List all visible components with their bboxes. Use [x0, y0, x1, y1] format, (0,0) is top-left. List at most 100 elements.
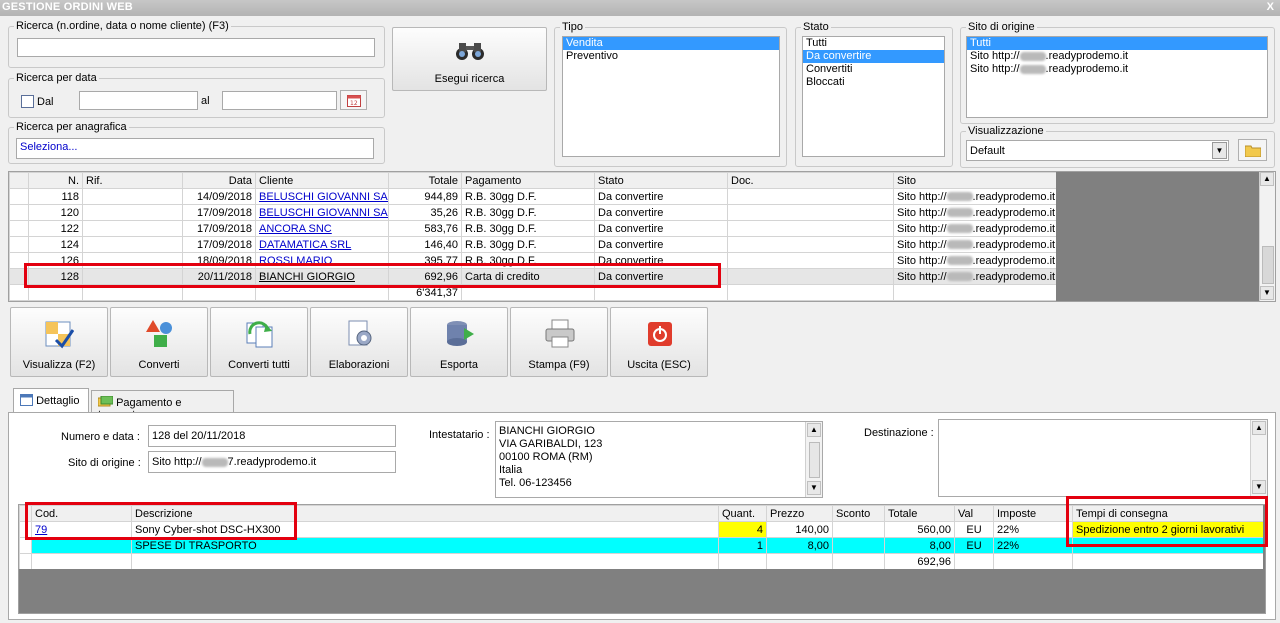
power-exit-icon: [648, 322, 672, 346]
esporta-button[interactable]: Esporta: [410, 307, 508, 377]
scroll-up-icon[interactable]: ▲: [807, 423, 821, 437]
converti-tutti-label: Converti tutti: [228, 359, 290, 371]
orders-col-totale[interactable]: Totale: [388, 172, 462, 189]
order-rif: [82, 236, 183, 253]
order-row[interactable]: 122 17/09/2018 ANCORA SNC 583,76 R.B. 30…: [9, 220, 1056, 237]
order-cliente-link[interactable]: BELUSCHI GIOVANNI SAS: [259, 191, 388, 203]
redacted-mark: [1019, 51, 1046, 61]
stato-list[interactable]: Tutti Da convertire Convertiti Bloccati: [802, 36, 945, 157]
stampa-button[interactable]: Stampa (F9): [510, 307, 608, 377]
converti-button[interactable]: Converti: [110, 307, 208, 377]
items-col-val[interactable]: Val: [954, 505, 994, 522]
sito-list[interactable]: Tutti Sito http:// .readyprodemo.it Sito …: [966, 36, 1268, 118]
orders-col-cliente[interactable]: Cliente: [255, 172, 389, 189]
scroll-down-icon[interactable]: ▼: [807, 481, 821, 495]
item-imposte: 22%: [993, 521, 1073, 538]
sito-label: Sito di origine: [966, 21, 1037, 33]
scroll-thumb[interactable]: [809, 442, 820, 478]
run-search-button[interactable]: Esegui ricerca: [392, 27, 547, 91]
item-quant[interactable]: 4: [718, 521, 767, 538]
dal-checkbox[interactable]: [21, 95, 34, 108]
item-quant[interactable]: 1: [718, 537, 767, 554]
empty-cell: [31, 553, 132, 569]
stato-option-tutti[interactable]: Tutti: [803, 37, 944, 50]
calendar-button[interactable]: 12: [340, 90, 367, 110]
tipo-list[interactable]: Vendita Preventivo: [562, 36, 780, 157]
open-folder-button[interactable]: [1238, 139, 1267, 161]
close-button[interactable]: X: [1267, 1, 1274, 13]
empty-cell: [954, 553, 994, 569]
stato-option-convertiti[interactable]: Convertiti: [803, 63, 944, 76]
row-indicator: [9, 236, 29, 253]
items-col-imposte[interactable]: Imposte: [993, 505, 1073, 522]
row-indicator: [19, 553, 32, 569]
order-row[interactable]: 118 14/09/2018 BELUSCHI GIOVANNI SAS 944…: [9, 188, 1056, 205]
items-total-row: 692,96: [19, 553, 1263, 569]
orders-col-pagamento[interactable]: Pagamento: [461, 172, 595, 189]
sito-option-2[interactable]: Sito http:// .readyprodemo.it: [967, 63, 1267, 76]
uscita-button[interactable]: Uscita (ESC): [610, 307, 708, 377]
intestatario-line: VIA GARIBALDI, 123: [499, 438, 603, 450]
visualizzazione-select[interactable]: Default ▼: [966, 140, 1229, 161]
tab-pagamento[interactable]: Pagamento e trasporto: [91, 390, 234, 421]
orders-scrollbar[interactable]: ▲ ▼: [1259, 172, 1275, 301]
date-from-input[interactable]: [79, 91, 198, 110]
scroll-down-icon[interactable]: ▼: [1260, 286, 1274, 300]
destinazione-scrollbar[interactable]: ▲ ▼: [1250, 420, 1267, 496]
order-cliente-link[interactable]: ANCORA SNC: [259, 223, 332, 235]
order-sito-prefix: Sito http://: [897, 190, 947, 203]
destinazione-box[interactable]: [938, 419, 1268, 497]
sito-option-tutti[interactable]: Tutti: [967, 37, 1267, 50]
payment-cards-icon: [97, 395, 114, 407]
row-indicator: [9, 220, 29, 237]
scroll-up-icon[interactable]: ▲: [1260, 172, 1274, 186]
item-totale: 8,00: [884, 537, 955, 554]
order-doc: [727, 252, 894, 269]
destinazione-value: [939, 420, 1267, 433]
scroll-thumb[interactable]: [1262, 246, 1274, 284]
elaborazioni-button[interactable]: Elaborazioni: [310, 307, 408, 377]
order-sito-suffix: .readyprodemo.it: [972, 190, 1056, 203]
orders-col-n[interactable]: N.: [28, 172, 83, 189]
stato-option-bloccati[interactable]: Bloccati: [803, 76, 944, 89]
order-stato: Da convertire: [594, 204, 728, 221]
search-input[interactable]: [17, 38, 375, 57]
order-sito: Sito http:// .readyprodemo.it: [893, 188, 1056, 205]
redacted-mark: [946, 224, 973, 234]
anag-select[interactable]: Seleziona...: [16, 138, 374, 159]
orders-col-sito[interactable]: Sito: [893, 172, 1056, 189]
order-row[interactable]: 120 17/09/2018 BELUSCHI GIOVANNI SAS 35,…: [9, 204, 1056, 221]
intestatario-box[interactable]: BIANCHI GIORGIO VIA GARIBALDI, 123 00100…: [495, 421, 823, 498]
items-col-sconto[interactable]: Sconto: [832, 505, 885, 522]
sito-origine-field[interactable]: Sito http:// 7.readyprodemo.it: [148, 451, 396, 473]
order-cliente-link[interactable]: DATAMATICA SRL: [259, 239, 351, 251]
order-sito-prefix: Sito http://: [897, 254, 947, 267]
chevron-down-icon[interactable]: ▼: [1212, 142, 1227, 159]
stato-option-da-convertire[interactable]: Da convertire: [803, 50, 944, 63]
orders-col-rif[interactable]: Rif.: [82, 172, 183, 189]
export-database-icon: [447, 321, 474, 346]
sito-option-1[interactable]: Sito http:// .readyprodemo.it: [967, 50, 1267, 63]
redacted-mark: [946, 256, 973, 266]
orders-col-data[interactable]: Data: [182, 172, 256, 189]
intestatario-line: Italia: [499, 464, 523, 476]
items-col-prezzo[interactable]: Prezzo: [766, 505, 833, 522]
orders-col-stato[interactable]: Stato: [594, 172, 728, 189]
date-to-input[interactable]: [222, 91, 337, 110]
converti-tutti-button[interactable]: Converti tutti: [210, 307, 308, 377]
numero-field[interactable]: 128 del 20/11/2018: [148, 425, 396, 447]
tipo-option-vendita[interactable]: Vendita: [563, 37, 779, 50]
items-col-quant[interactable]: Quant.: [718, 505, 767, 522]
anag-search-label: Ricerca per anagrafica: [14, 121, 129, 133]
order-cliente-link[interactable]: BELUSCHI GIOVANNI SAS: [259, 207, 388, 219]
visualizza-button[interactable]: Visualizza (F2): [10, 307, 108, 377]
tab-dettaglio[interactable]: Dettaglio: [13, 388, 89, 414]
order-row[interactable]: 124 17/09/2018 DATAMATICA SRL 146,40 R.B…: [9, 236, 1056, 253]
intestatario-scrollbar[interactable]: ▲ ▼: [805, 422, 822, 497]
tipo-option-preventivo[interactable]: Preventivo: [563, 50, 779, 63]
calendar-icon: 12: [347, 95, 361, 107]
scroll-up-icon[interactable]: ▲: [1252, 421, 1266, 435]
orders-col-doc[interactable]: Doc.: [727, 172, 894, 189]
items-col-totale[interactable]: Totale: [884, 505, 955, 522]
scroll-down-icon[interactable]: ▼: [1252, 480, 1266, 494]
